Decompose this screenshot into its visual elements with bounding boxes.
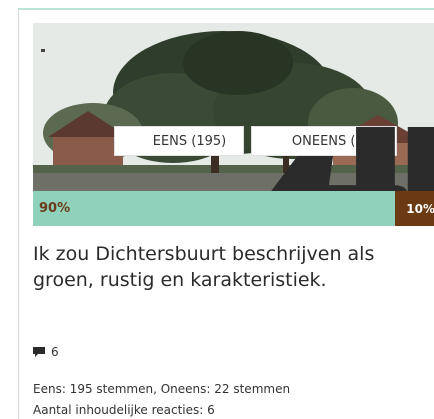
agree-result-segment: 90% [33, 191, 395, 226]
neighborhood-photo: EENS (195) ONEENS (22) [33, 23, 434, 191]
agree-percent: 90% [39, 201, 71, 216]
reactions-link[interactable]: 6 [33, 343, 59, 361]
votes-summary: Eens: 195 stemmen, Oneens: 22 stemmen [33, 382, 291, 396]
reactions-count: 6 [51, 345, 59, 359]
disagree-result-segment: 10% [395, 191, 434, 226]
thumbs-up-icon [132, 133, 407, 191]
disagree-button[interactable]: ONEENS (22) [251, 126, 434, 191]
disagree-percent: 10% [406, 201, 434, 216]
card-accent-line [18, 8, 434, 10]
thumbs-down-icon [271, 127, 434, 191]
statement-card: EENS (195) ONEENS (22) 90% 10% Ik zou Di… [18, 8, 434, 419]
comment-icon [33, 346, 45, 358]
statement-text: Ik zou Dichtersbuurt beschrijven als gro… [33, 243, 375, 291]
comments-summary: Aantal inhoudelijke reacties: 6 [33, 403, 215, 417]
agree-button[interactable]: EENS (195) [114, 126, 407, 191]
result-bar: 90% 10% [33, 191, 434, 226]
